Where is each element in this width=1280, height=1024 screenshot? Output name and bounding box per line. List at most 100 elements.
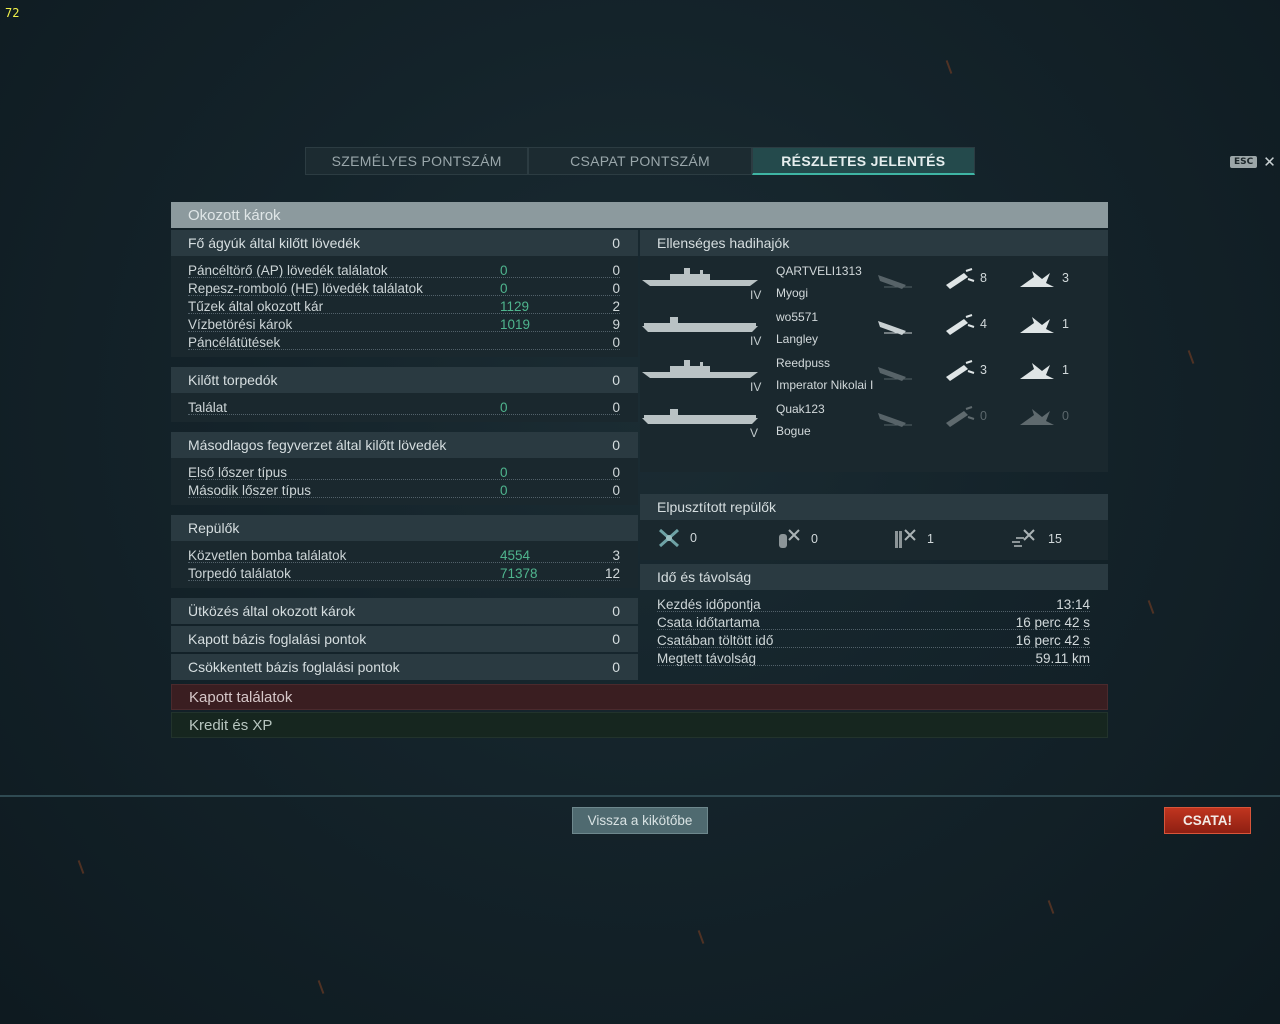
torpedoes-body: Találat 0 0 [171,393,638,422]
stat-hits: 0 [612,262,620,278]
torpedoes-header: Kilőtt torpedók 0 [171,367,638,393]
shell-hit-count: 0 [980,409,987,423]
stat-label: Találat [188,399,228,415]
time-label: Megtett távolság [657,650,757,666]
base-capture-title: Kapott bázis foglalási pontok [188,631,367,647]
tab-personal-score[interactable]: SZEMÉLYES PONTSZÁM [305,147,529,175]
enemy-ships-header: Ellenséges hadihajók [640,230,1108,256]
ship-tier: IV [750,288,762,302]
stat-label: Páncéltörő (AP) lövedék találatok [188,262,388,278]
shell-hit-icon [946,314,975,335]
shell-hit-icon [946,406,975,427]
credits-xp-section[interactable]: Kredit és XP [171,712,1108,738]
aircraft-title: Repülők [188,520,240,536]
ship-name: Langley [776,332,819,346]
shell-hit-icon [946,268,975,289]
stat-row-torpedo-hits: Találat 0 0 [171,398,638,416]
shell-hit-count: 8 [980,271,987,285]
plane-count: 1 [927,532,934,546]
stat-row-ap: Páncéltörő (AP) lövedék találatok 0 0 [171,261,638,279]
stat-damage: 0 [500,482,508,498]
fighter-icon [659,528,679,548]
stat-damage: 0 [500,399,508,415]
stat-row-aerial-torpedo-hits: Torpedó találatok 71378 12 [171,564,638,582]
stat-hits: 12 [604,565,620,581]
background-speck [77,860,85,874]
explosion-hit-count: 0 [1062,409,1069,423]
stat-row-flooding: Vízbetörési károk 1019 9 [171,315,638,333]
stat-damage: 0 [500,262,508,278]
ship-tier: IV [750,380,762,394]
secondary-header: Másodlagos fegyverzet által kilőtt löved… [171,432,638,458]
stat-damage: 0 [500,280,508,296]
stat-hits: 0 [612,399,620,415]
close-icon[interactable]: ✕ [1263,153,1276,171]
stat-damage: 0 [500,464,508,480]
stat-row-ammo-second: Második lőszer típus 0 0 [171,481,638,499]
dive-bomber-icon [779,529,800,548]
ship-tier: IV [750,334,762,348]
plane-count: 0 [811,532,818,546]
damage-dealt-header[interactable]: Okozott károk [171,202,1108,228]
explosion-hit-count: 1 [1062,363,1069,377]
main-guns-total: 0 [612,235,620,251]
sinking-ship-icon [878,367,912,381]
time-row-duration: Csata időtartama 16 perc 42 s [640,613,1108,631]
main-guns-title: Fő ágyúk által kilőtt lövedék [188,235,360,251]
time-value: 13:14 [1056,596,1090,612]
stat-hits: 9 [612,316,620,332]
close-control[interactable]: ESC ✕ [1230,153,1276,171]
stat-row-bomb-hits: Közvetlen bomba találatok 4554 3 [171,546,638,564]
tab-team-score[interactable]: CSAPAT PONTSZÁM [528,147,752,175]
stat-row-ammo-first: Első lőszer típus 0 0 [171,463,638,481]
enemy-ship-row: V Quak123 Bogue 0 0 [640,400,1108,446]
battle-button[interactable]: CSATA! [1164,807,1251,834]
sinking-ship-icon [878,413,912,427]
player-name: QARTVELI1313 [776,264,862,278]
background-speck [697,930,705,944]
main-guns-header: Fő ágyúk által kilőtt lövedék 0 [171,230,638,256]
main-guns-body: Páncéltörő (AP) lövedék találatok 0 0 Repe… [171,256,638,357]
stat-damage: 1129 [500,298,530,314]
base-reduce-title: Csökkentett bázis foglalási pontok [188,659,400,675]
shell-hit-icon [946,360,975,381]
time-label: Kezdés időpontja [657,596,761,612]
base-capture-total: 0 [612,631,620,647]
player-name: wo5571 [776,310,819,324]
plane-stat: 15 [1010,528,1062,550]
stat-damage: 4554 [500,547,531,563]
stat-hits: 3 [612,547,620,563]
torpedoes-title: Kilőtt torpedók [188,372,278,388]
back-to-port-button[interactable]: Vissza a kikötőbe [572,807,708,834]
damage-right-column: Ellenséges hadihajók IV QARTVELI1313 Myogi… [640,230,1108,673]
stat-hits: 2 [612,298,620,314]
received-hits-section[interactable]: Kapott találatok [171,684,1108,710]
stat-label: Torpedó találatok [188,565,291,581]
stat-label: Második lőszer típus [188,482,312,498]
explosion-hit-count: 3 [1062,271,1069,285]
ramming-header: Ütközés által okozott károk 0 [171,598,638,624]
time-value: 16 perc 42 s [1015,632,1090,648]
enemy-ships-title: Ellenséges hadihajók [657,235,790,251]
divider-line [0,795,1280,797]
secondary-body: Első lőszer típus 0 0 Második lőszer típus… [171,458,638,505]
time-value: 16 perc 42 s [1015,614,1090,630]
report-tabs: SZEMÉLYES PONTSZÁM CSAPAT PONTSZÁM RÉSZL… [305,147,975,175]
explosion-hit-icon [1020,409,1054,425]
plane-count: 0 [690,531,697,545]
torpedoes-total: 0 [612,372,620,388]
time-row-distance: Megtett távolság 59.11 km [640,649,1108,667]
background-speck [945,60,953,74]
sinking-ship-icon [878,275,912,289]
carrier-silhouette-icon [642,409,758,424]
player-name: Quak123 [776,402,825,416]
explosion-hit-icon [1020,363,1054,379]
base-reduce-header: Csökkentett bázis foglalási pontok 0 [171,654,638,680]
planes-title: Elpusztított repülők [657,499,777,515]
time-label: Csatában töltött idő [657,632,774,648]
stat-label: Közvetlen bomba találatok [188,547,347,563]
base-reduce-total: 0 [612,659,620,675]
background-speck [1187,350,1195,364]
tab-detailed-report[interactable]: RÉSZLETES JELENTÉS [751,147,975,175]
time-label: Csata időtartama [657,614,760,630]
